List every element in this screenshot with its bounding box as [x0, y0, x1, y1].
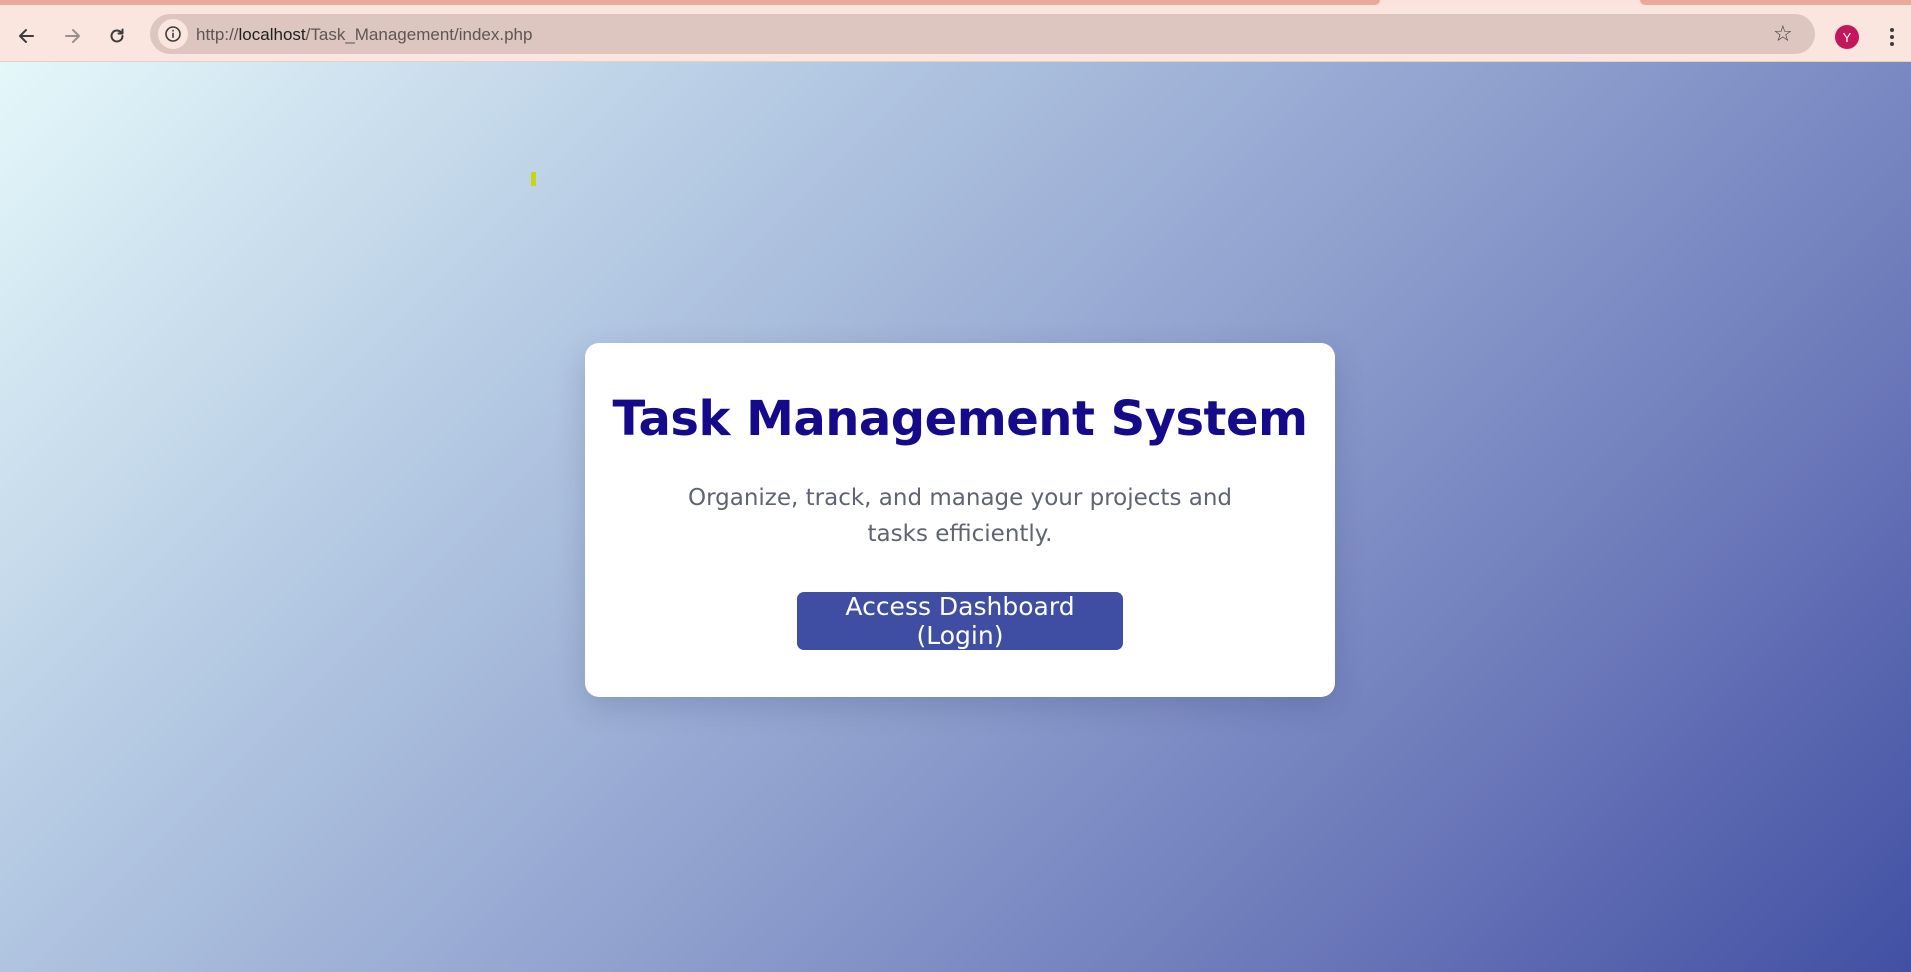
star-icon[interactable]: ☆	[1773, 23, 1793, 45]
url-text[interactable]: http://localhost/Task_Management/index.p…	[196, 25, 532, 45]
forward-button[interactable]	[55, 19, 89, 53]
page-subtitle: Organize, track, and manage your project…	[687, 485, 1233, 547]
url-path: /Task_Management/index.php	[305, 25, 533, 44]
url-scheme: http://	[196, 25, 239, 44]
browser-toolbar: http://localhost/Task_Management/index.p…	[0, 5, 1911, 62]
reload-button[interactable]	[100, 19, 134, 53]
arrow-right-icon	[65, 29, 80, 43]
profile-avatar[interactable]: Y	[1835, 25, 1859, 49]
page-title: Task Management System	[612, 391, 1308, 447]
kebab-menu-icon[interactable]	[1882, 23, 1902, 51]
site-info-button[interactable]	[158, 19, 188, 49]
back-button[interactable]	[10, 19, 44, 53]
text-cursor-mark	[531, 172, 536, 186]
reload-icon	[110, 28, 124, 43]
url-host: localhost	[238, 25, 306, 44]
page-viewport: Task Management System Organize, track, …	[0, 62, 1911, 972]
access-dashboard-button[interactable]: Access Dashboard (Login)	[797, 592, 1123, 650]
info-icon	[165, 26, 181, 42]
arrow-left-icon	[19, 29, 34, 43]
welcome-card: Task Management System Organize, track, …	[585, 343, 1335, 697]
address-bar[interactable]: http://localhost/Task_Management/index.p…	[150, 14, 1815, 54]
